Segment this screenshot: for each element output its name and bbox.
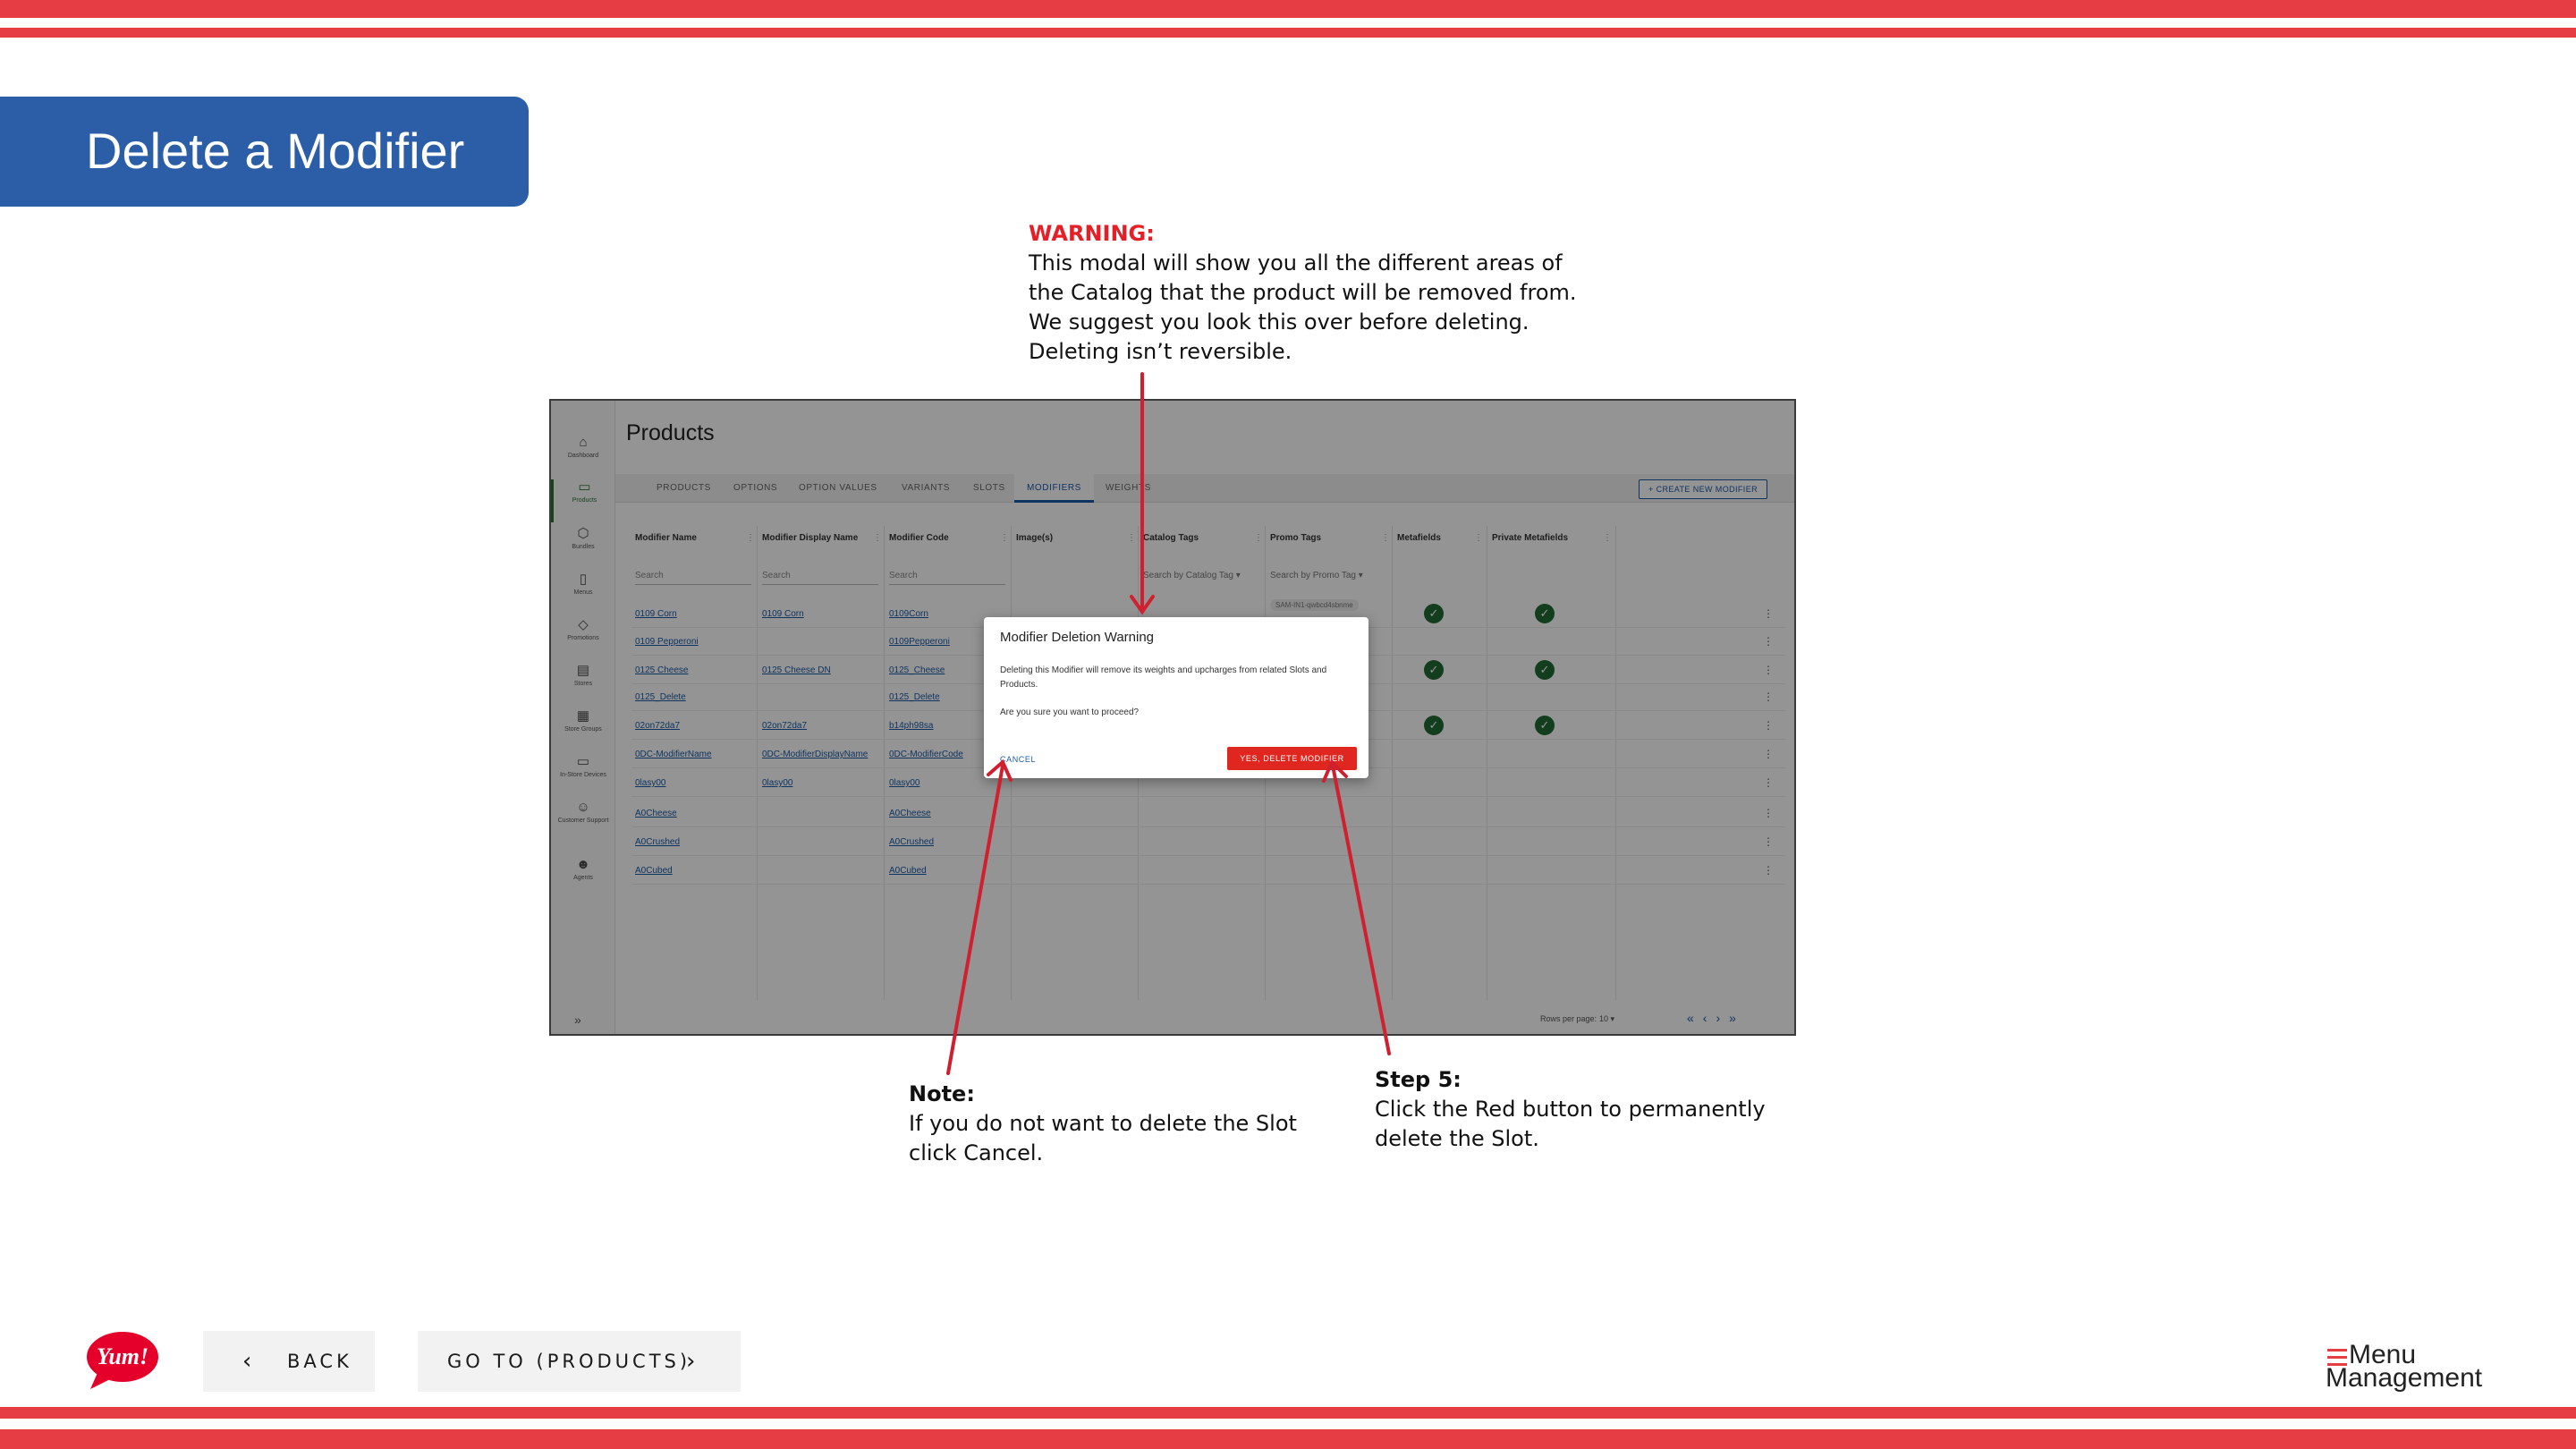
go-to-products-button[interactable]: GO TO (PRODUCTS) ›: [418, 1331, 741, 1392]
annotation-arrows: [946, 372, 1391, 1075]
cancel-arrow: [946, 764, 1004, 1075]
step5-line: Click the Red button to permanently: [1375, 1097, 1766, 1122]
back-button[interactable]: ‹ BACK: [203, 1331, 375, 1392]
step5-line: delete the Slot.: [1375, 1126, 1539, 1151]
go-to-button-label: GO TO (PRODUCTS): [447, 1351, 691, 1372]
step5-annotation: Step 5: Click the Red button to permanen…: [1375, 1065, 1766, 1154]
step5-heading: Step 5:: [1375, 1067, 1462, 1092]
back-button-label: BACK: [287, 1351, 352, 1372]
note-annotation: Note: If you do not want to delete the S…: [909, 1080, 1297, 1168]
chevron-left-icon: ‹: [242, 1348, 252, 1375]
logo-word-management: Management: [2326, 1363, 2483, 1393]
yum-logo-text: Yum!: [97, 1343, 148, 1369]
bottom-stripe-thick: [0, 1429, 2576, 1449]
yum-logo: Yum!: [87, 1332, 158, 1389]
chevron-right-icon: ›: [686, 1348, 696, 1375]
bottom-stripe-thin: [0, 1407, 2576, 1419]
delete-arrow: [1331, 764, 1391, 1055]
note-line: click Cancel.: [909, 1140, 1044, 1165]
menu-management-logo: Menu Management: [2326, 1342, 2496, 1395]
note-heading: Note:: [909, 1081, 975, 1106]
note-line: If you do not want to delete the Slot: [909, 1111, 1297, 1136]
